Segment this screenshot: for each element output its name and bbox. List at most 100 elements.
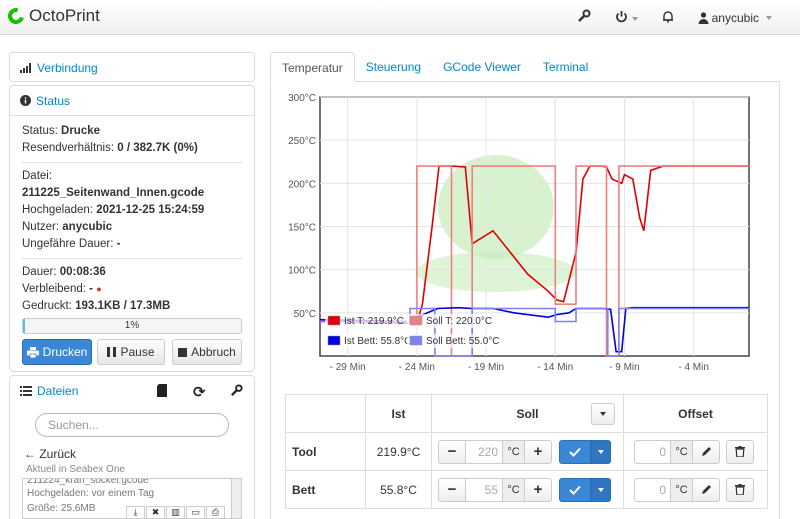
cancel-button[interactable]: Abbruch	[172, 339, 242, 365]
print-file-icon[interactable]: ⎙	[206, 506, 225, 518]
chevron-down-icon	[766, 15, 772, 20]
decrease-button[interactable]: −	[438, 439, 466, 464]
target-options-dropdown[interactable]	[591, 439, 611, 464]
connection-header[interactable]: Verbindung	[10, 53, 254, 83]
x-tick-label: - 14 Min	[537, 362, 573, 373]
check-icon	[569, 485, 581, 495]
octoprint-logo-icon	[5, 5, 27, 27]
delete-offset-button[interactable]	[726, 439, 754, 464]
wrench-icon[interactable]	[230, 384, 243, 400]
x-tick-label: - 4 Min	[678, 362, 709, 373]
chevron-down-icon	[600, 412, 606, 416]
files-title: Dateien	[37, 384, 79, 398]
table-row: Bett 55.8°C − 55 °C + 0 °C	[285, 470, 768, 509]
status-title: Status	[36, 93, 71, 108]
decrease-button[interactable]: −	[438, 477, 466, 502]
uploaded-row: Hochgeladen: 2021-12-25 15:24:59	[22, 204, 205, 216]
file-list[interactable]: 211224_kran_sockel.gcode Hochgeladen: vo…	[22, 478, 242, 519]
files-header[interactable]: Dateien ⟳	[10, 376, 254, 406]
x-tick-label: - 24 Min	[399, 362, 435, 373]
octopus-watermark-icon	[415, 252, 576, 292]
tab-terminal[interactable]: Terminal	[532, 52, 599, 81]
unit-label: °C	[670, 439, 692, 464]
cut-icon[interactable]: ✖	[146, 506, 165, 518]
x-tick-label: - 19 Min	[468, 362, 504, 373]
target-preset-dropdown[interactable]	[591, 403, 615, 425]
offset-input[interactable]: 0	[634, 439, 670, 464]
legend-swatch	[409, 315, 423, 326]
delete-offset-button[interactable]	[726, 477, 754, 502]
power-icon	[615, 10, 627, 22]
trash-icon	[735, 446, 745, 457]
offset-input[interactable]: 0	[634, 477, 670, 502]
download-icon[interactable]: ⤓	[126, 506, 145, 518]
bell-icon[interactable]	[662, 10, 674, 26]
info-icon	[20, 95, 31, 106]
trash-icon[interactable]: ▥	[166, 506, 185, 518]
remaining-row: Verbleibend: - ●	[22, 283, 102, 295]
target-input[interactable]: 220	[466, 439, 502, 464]
file-list-scrollbar[interactable]	[231, 479, 241, 518]
trash-icon	[735, 484, 745, 495]
legend-swatch	[409, 335, 423, 346]
progress-text: 1%	[124, 320, 140, 331]
pause-button[interactable]: Pause	[97, 339, 165, 365]
refresh-icon[interactable]: ⟳	[193, 383, 206, 401]
edit-offset-button[interactable]	[692, 477, 720, 502]
edit-offset-button[interactable]	[692, 439, 720, 464]
actual-temp: 55.8°C	[365, 470, 432, 509]
user-icon	[698, 11, 709, 24]
legend-label: Ist T: 219.9°C	[344, 316, 404, 327]
status-header[interactable]: Status	[10, 86, 254, 116]
pencil-icon	[701, 447, 711, 456]
unit-label: °C	[502, 439, 524, 464]
print-button[interactable]: Drucken	[22, 339, 92, 365]
header-offset: Offset	[623, 394, 768, 433]
tab-temperature[interactable]: Temperatur	[270, 52, 355, 82]
wrench-icon[interactable]	[577, 9, 591, 26]
y-tick-label: 50°C	[294, 309, 316, 320]
print-icon	[26, 346, 39, 358]
unit-label: °C	[502, 477, 524, 502]
pencil-icon	[701, 485, 711, 494]
file-name-text: 211224_kran_sockel.gcode	[27, 478, 149, 486]
search-input[interactable]: Suchen...	[35, 413, 229, 437]
user-menu[interactable]: anycubic	[698, 11, 772, 25]
approx-duration-row: Ungefähre Dauer: -	[22, 238, 121, 250]
current-folder: Aktuell in Seabex One	[26, 464, 125, 475]
y-tick-label: 200°C	[288, 179, 316, 190]
user-row: Nutzer: anycubic	[22, 221, 113, 233]
tab-control[interactable]: Steuerung	[355, 52, 432, 81]
sd-card-icon[interactable]	[157, 384, 167, 400]
row-name: Bett	[285, 470, 366, 509]
navbar: OctoPrint anycubic	[0, 0, 800, 35]
temperature-chart: 50°C 100°C 150°C 200°C 250°C 300°C - 29 Min - 2…	[288, 93, 750, 373]
file-actions: ⤓ ✖ ▥ ▭ ⎙	[126, 506, 225, 518]
connection-title: Verbindung	[37, 61, 98, 75]
brand[interactable]: OctoPrint	[5, 5, 100, 27]
folder-open-icon[interactable]: ▭	[186, 506, 205, 518]
duration-row: Dauer: 00:08:36	[22, 266, 106, 278]
increase-button[interactable]: +	[524, 477, 552, 502]
legend-label: Soll T: 220.0°C	[426, 316, 492, 327]
file-uploaded-text: Hochgeladen: vor einem Tag	[27, 488, 155, 499]
target-input[interactable]: 55	[466, 477, 502, 502]
legend-label: Ist Bett: 55.8°C	[344, 336, 411, 347]
main-tabs: Temperatur Steuerung GCode Viewer Termin…	[270, 52, 780, 82]
estimate-dot-icon: ●	[96, 284, 102, 294]
set-target-button[interactable]	[559, 477, 591, 502]
stop-icon	[178, 347, 188, 357]
file-name: 211225_Seitenwand_Innen.gcode	[22, 187, 205, 199]
back-link[interactable]: ← Zurück	[24, 447, 76, 461]
connection-panel: Verbindung	[9, 52, 255, 82]
temperature-table: Ist Soll Offset Tool 219.9°C − 220 °C + …	[285, 394, 768, 509]
tab-gcode-viewer[interactable]: GCode Viewer	[432, 52, 532, 81]
check-icon	[569, 447, 581, 457]
increase-button[interactable]: +	[524, 439, 552, 464]
target-options-dropdown[interactable]	[591, 477, 611, 502]
power-menu[interactable]	[615, 10, 638, 26]
set-target-button[interactable]	[559, 439, 591, 464]
resend-row: Resendverhältnis: 0 / 382.7K (0%)	[22, 142, 198, 154]
print-progress-bar: 1%	[22, 318, 242, 334]
chevron-down-icon	[598, 449, 604, 454]
